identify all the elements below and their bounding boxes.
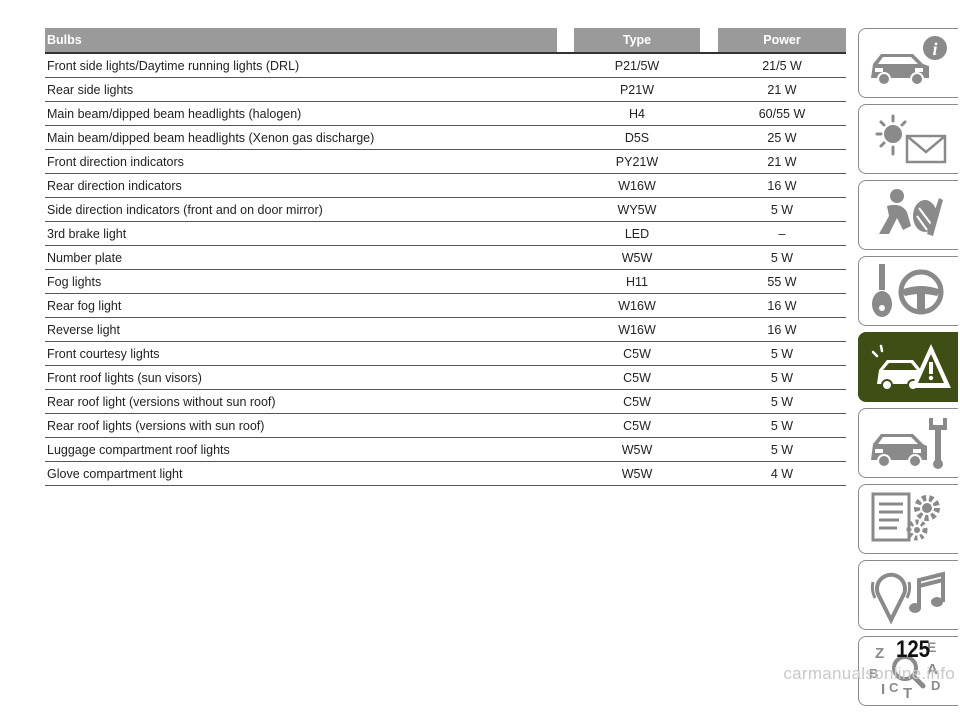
- table-body: Front side lights/Daytime running lights…: [45, 53, 846, 486]
- bulb-name-cell: Front side lights/Daytime running lights…: [45, 53, 557, 78]
- table-row: Glove compartment light W5W 4 W: [45, 461, 846, 486]
- table-row: Reverse light W16W 16 W: [45, 317, 846, 342]
- watermark: carmanualsonline.info: [783, 664, 955, 683]
- header-power: Power: [718, 28, 846, 54]
- tab-warning-lights[interactable]: [858, 104, 958, 174]
- bulb-name-cell: Main beam/dipped beam headlights (haloge…: [45, 101, 557, 126]
- bulb-name-cell: Rear side lights: [45, 77, 557, 102]
- bulb-name-cell: Glove compartment light: [45, 461, 557, 486]
- bulb-power-cell: 5 W: [718, 341, 846, 366]
- warning-lights-message-icon: [875, 114, 947, 164]
- table-row: Rear side lights P21W 21 W: [45, 77, 846, 102]
- bulb-power-cell: 5 W: [718, 437, 846, 462]
- bulb-power-cell: 5 W: [718, 389, 846, 414]
- bulb-type-cell: W16W: [574, 173, 700, 198]
- bulb-type-cell: PY21W: [574, 149, 700, 174]
- bulb-type-cell: C5W: [574, 389, 700, 414]
- bulb-name-cell: 3rd brake light: [45, 221, 557, 246]
- bulb-power-cell: 5 W: [718, 197, 846, 222]
- bulb-name-cell: Side direction indicators (front and on …: [45, 197, 557, 222]
- tab-specifications[interactable]: [858, 484, 958, 554]
- multimedia-music-icon: [870, 571, 945, 624]
- table-row: 3rd brake light LED –: [45, 221, 846, 246]
- page-number: 125: [895, 636, 931, 663]
- bulb-name-cell: Luggage compartment roof lights: [45, 437, 557, 462]
- bulb-name-cell: Rear direction indicators: [45, 173, 557, 198]
- bulb-type-cell: C5W: [574, 365, 700, 390]
- bulb-power-cell: 21/5 W: [718, 53, 846, 78]
- table-row: Front direction indicators PY21W 21 W: [45, 149, 846, 174]
- table-row: Number plate W5W 5 W: [45, 245, 846, 270]
- airbag-seat-icon: [879, 189, 943, 236]
- table-row: Front side lights/Daytime running lights…: [45, 53, 846, 78]
- table-row: Luggage compartment roof lights W5W 5 W: [45, 437, 846, 462]
- tab-maintenance[interactable]: [858, 408, 958, 478]
- bulb-name-cell: Number plate: [45, 245, 557, 270]
- bulb-type-cell: W5W: [574, 245, 700, 270]
- tab-starting-driving[interactable]: [858, 256, 958, 326]
- bulb-power-cell: 55 W: [718, 269, 846, 294]
- bulb-type-cell: P21W: [574, 77, 700, 102]
- bulb-power-cell: 16 W: [718, 293, 846, 318]
- bulb-name-cell: Rear roof light (versions without sun ro…: [45, 389, 557, 414]
- bulb-name-cell: Front courtesy lights: [45, 341, 557, 366]
- key-steering-wheel-icon: [872, 264, 944, 317]
- table-row: Front courtesy lights C5W 5 W: [45, 341, 846, 366]
- bulb-type-cell: W16W: [574, 317, 700, 342]
- bulb-power-cell: 16 W: [718, 317, 846, 342]
- bulb-type-cell: H11: [574, 269, 700, 294]
- bulb-name-cell: Main beam/dipped beam headlights (Xenon …: [45, 125, 557, 150]
- tab-multimedia[interactable]: [858, 560, 958, 630]
- bulb-type-cell: LED: [574, 221, 700, 246]
- bulb-type-cell: H4: [574, 101, 700, 126]
- bulb-type-cell: P21/5W: [574, 53, 700, 78]
- bulb-name-cell: Rear roof lights (versions with sun roof…: [45, 413, 557, 438]
- tab-emergency[interactable]: [858, 332, 958, 402]
- bulb-power-cell: 21 W: [718, 149, 846, 174]
- bulb-power-cell: 16 W: [718, 173, 846, 198]
- tab-safety[interactable]: [858, 180, 958, 250]
- bulb-name-cell: Front direction indicators: [45, 149, 557, 174]
- index-letter: T: [903, 685, 912, 700]
- table-row: Rear roof lights (versions with sun roof…: [45, 413, 846, 438]
- tab-car-info[interactable]: i: [858, 28, 958, 98]
- bulb-name-cell: Rear fog light: [45, 293, 557, 318]
- bulb-power-cell: 25 W: [718, 125, 846, 150]
- bulb-name-cell: Front roof lights (sun visors): [45, 365, 557, 390]
- bulb-power-cell: 5 W: [718, 245, 846, 270]
- bulb-power-cell: 60/55 W: [718, 101, 846, 126]
- table-row: Front roof lights (sun visors) C5W 5 W: [45, 365, 846, 390]
- bulb-type-cell: W16W: [574, 293, 700, 318]
- table-row: Side direction indicators (front and on …: [45, 197, 846, 222]
- bulb-name-cell: Reverse light: [45, 317, 557, 342]
- specifications-gears-icon: [871, 492, 940, 542]
- bulb-power-cell: 5 W: [718, 413, 846, 438]
- bulb-type-cell: W5W: [574, 437, 700, 462]
- table-row: Fog lights H11 55 W: [45, 269, 846, 294]
- car-info-icon: i: [871, 36, 947, 86]
- bulbs-table: Bulbs Type Power Front side lights/Dayti…: [45, 28, 846, 486]
- bulb-type-cell: C5W: [574, 413, 700, 438]
- table-row: Main beam/dipped beam headlights (Xenon …: [45, 125, 846, 150]
- table-row: Rear roof light (versions without sun ro…: [45, 389, 846, 414]
- bulb-power-cell: 5 W: [718, 365, 846, 390]
- bulb-type-cell: C5W: [574, 341, 700, 366]
- car-breakdown-warning-icon: [871, 344, 951, 391]
- bulb-name-cell: Fog lights: [45, 269, 557, 294]
- bulb-power-cell: –: [718, 221, 846, 246]
- table-row: Rear direction indicators W16W 16 W: [45, 173, 846, 198]
- bulb-type-cell: WY5W: [574, 197, 700, 222]
- car-maintenance-wrench-icon: [871, 418, 947, 469]
- chapter-nav: i Z E A B C D T I: [858, 28, 960, 712]
- bulb-type-cell: D5S: [574, 125, 700, 150]
- table-header-row: Bulbs Type Power: [45, 28, 846, 54]
- header-type: Type: [574, 28, 700, 54]
- bulb-power-cell: 21 W: [718, 77, 846, 102]
- header-bulbs: Bulbs: [45, 28, 557, 54]
- table-row: Main beam/dipped beam headlights (haloge…: [45, 101, 846, 126]
- bulb-power-cell: 4 W: [718, 461, 846, 486]
- bulb-type-cell: W5W: [574, 461, 700, 486]
- table-row: Rear fog light W16W 16 W: [45, 293, 846, 318]
- svg-text:i: i: [932, 39, 937, 59]
